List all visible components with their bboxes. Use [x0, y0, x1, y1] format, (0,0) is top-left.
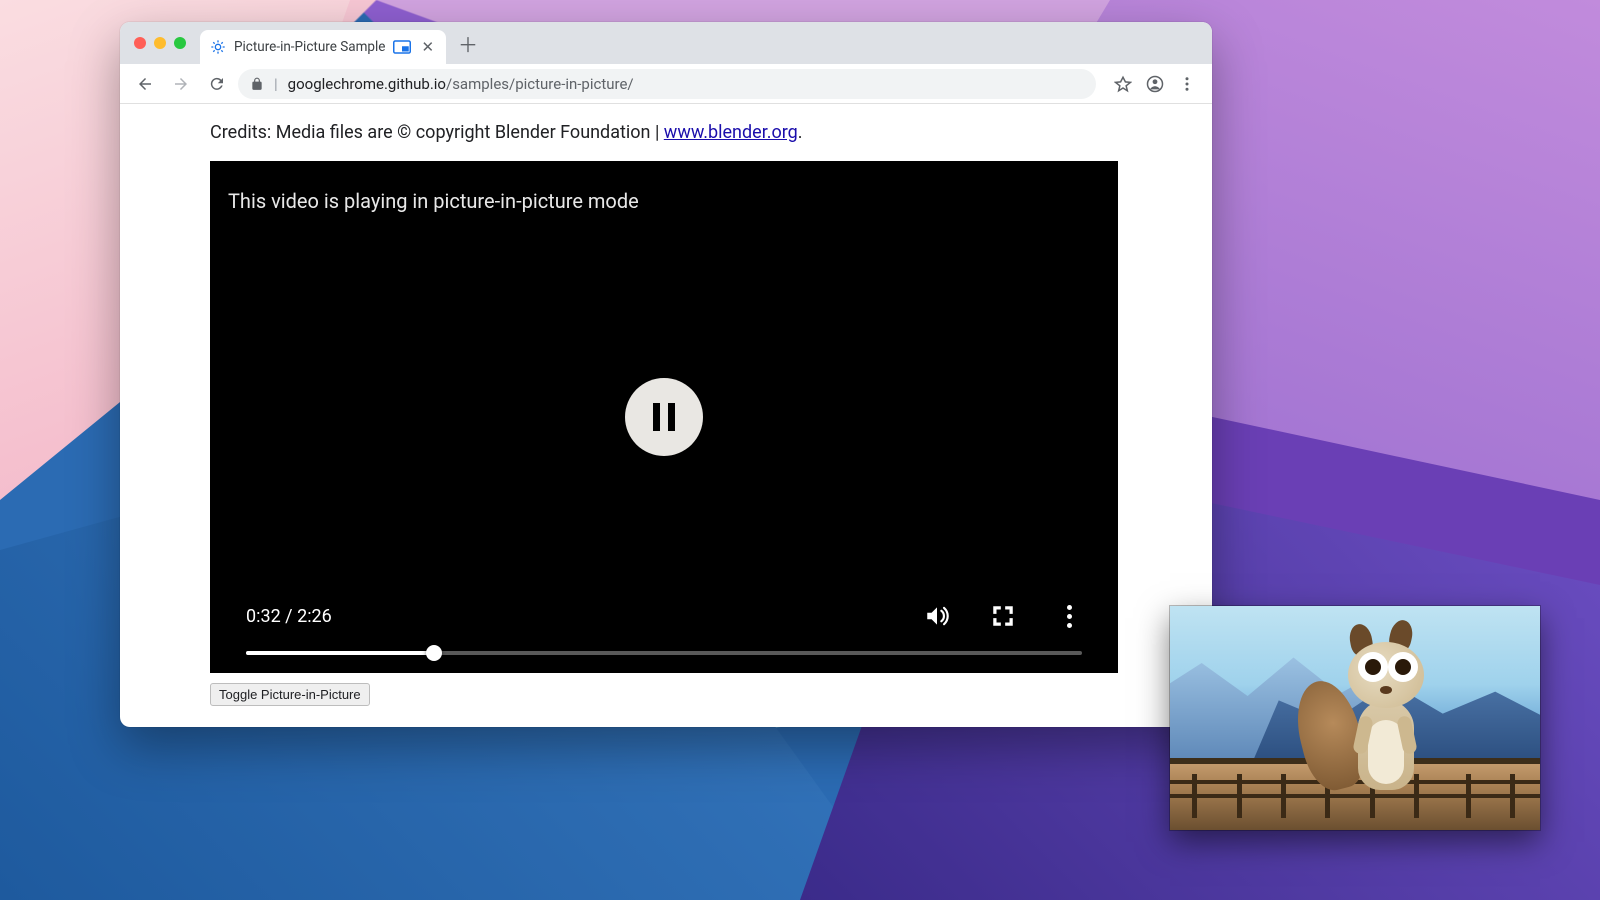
bookmark-star-button[interactable] [1108, 69, 1138, 99]
kebab-icon [1067, 605, 1072, 628]
video-player[interactable]: This video is playing in picture-in-pict… [210, 161, 1118, 673]
credits-link[interactable]: www.blender.org [664, 122, 798, 143]
omnibox-separator: | [274, 75, 278, 93]
pip-indicator-icon [393, 40, 411, 54]
tab-title: Picture-in-Picture Sample [234, 39, 385, 55]
fullscreen-button[interactable] [990, 603, 1016, 629]
profile-avatar-button[interactable] [1140, 69, 1170, 99]
video-more-button[interactable] [1056, 603, 1082, 629]
browser-window: Picture-in-Picture Sample ✕ ＋ | googlech… [120, 22, 1212, 727]
page-viewport: Credits: Media files are © copyright Ble… [120, 104, 1212, 727]
tab-strip: Picture-in-Picture Sample ✕ ＋ [120, 22, 1212, 64]
video-progress-bar[interactable] [246, 651, 1082, 655]
browser-menu-button[interactable] [1172, 69, 1202, 99]
credits-text: Credits: Media files are © copyright Ble… [210, 122, 1212, 143]
video-status-text: This video is playing in picture-in-pict… [228, 189, 639, 213]
nav-reload-button[interactable] [202, 69, 232, 99]
window-controls [128, 37, 192, 49]
address-bar[interactable]: | googlechrome.github.io/samples/picture… [238, 69, 1096, 99]
tab-close-button[interactable]: ✕ [419, 38, 436, 56]
video-controls: 0:32 / 2:26 [210, 603, 1118, 673]
new-tab-button[interactable]: ＋ [454, 29, 482, 57]
pause-button[interactable] [625, 378, 703, 456]
pause-icon [653, 403, 675, 431]
window-close-button[interactable] [134, 37, 146, 49]
tab-favicon-icon [210, 39, 226, 55]
browser-toolbar: | googlechrome.github.io/samples/picture… [120, 64, 1212, 104]
nav-forward-button[interactable] [166, 69, 196, 99]
progress-fill [246, 651, 434, 655]
nav-back-button[interactable] [130, 69, 160, 99]
browser-tab[interactable]: Picture-in-Picture Sample ✕ [200, 30, 446, 64]
lock-icon [250, 77, 264, 91]
video-time: 0:32 / 2:26 [246, 606, 332, 627]
window-zoom-button[interactable] [174, 37, 186, 49]
pip-character [1328, 630, 1448, 790]
pip-window[interactable] [1170, 606, 1540, 830]
url-text: googlechrome.github.io/samples/picture-i… [288, 75, 634, 93]
window-minimize-button[interactable] [154, 37, 166, 49]
volume-button[interactable] [924, 603, 950, 629]
progress-thumb[interactable] [426, 645, 442, 661]
toggle-pip-button[interactable]: Toggle Picture-in-Picture [210, 683, 370, 706]
